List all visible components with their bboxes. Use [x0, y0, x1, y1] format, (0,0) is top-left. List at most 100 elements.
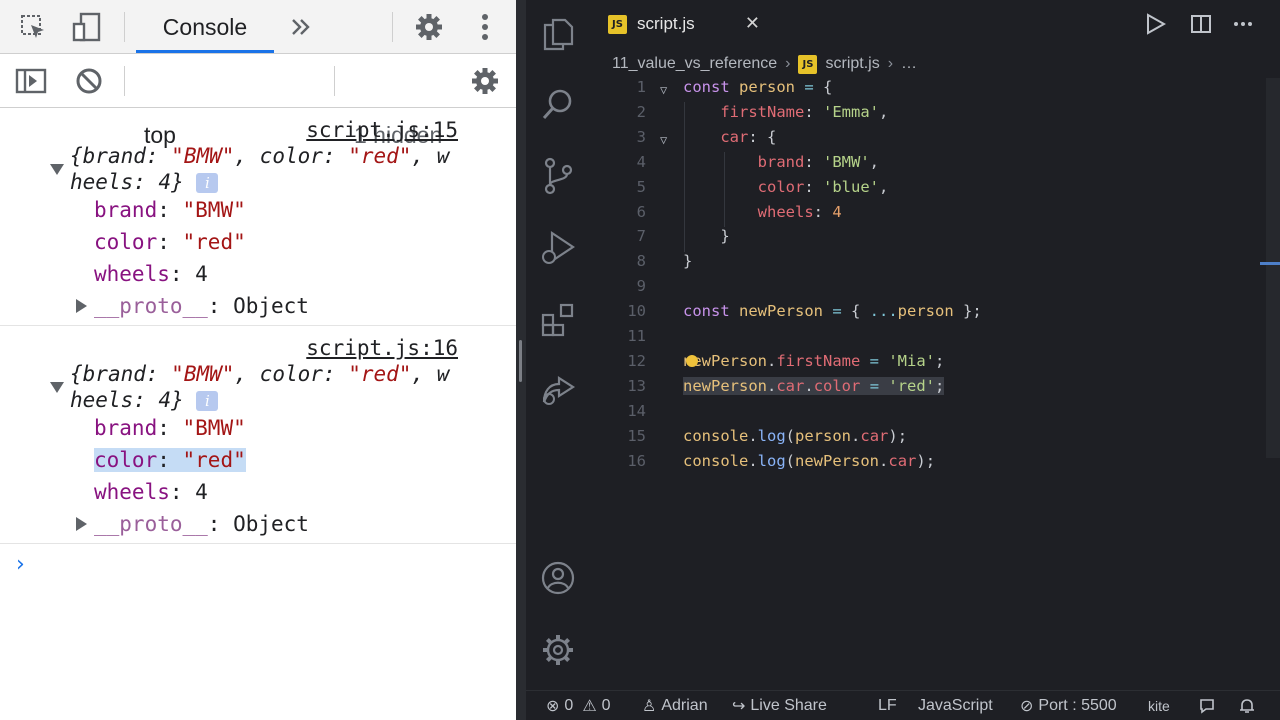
code-token: car — [860, 426, 889, 445]
clear-console-icon[interactable] — [72, 66, 106, 96]
fold-chevron-icon[interactable]: ▽ — [660, 133, 667, 147]
settings-gear-icon[interactable] — [412, 10, 446, 44]
code-line[interactable]: brand: 'BMW', — [683, 153, 879, 171]
panel-splitter[interactable] — [516, 0, 526, 720]
code-token: = — [795, 78, 823, 96]
proto-property[interactable]: __proto__: Object — [94, 294, 309, 318]
code-token: color — [813, 376, 861, 395]
close-tab-icon[interactable]: ✕ — [745, 13, 760, 34]
feedback-icon[interactable] — [1198, 691, 1216, 720]
more-actions-icon[interactable] — [1232, 13, 1256, 37]
live-share-icon[interactable] — [536, 368, 580, 412]
code-token: { — [851, 302, 870, 321]
run-debug-icon[interactable] — [536, 226, 580, 270]
code-line[interactable]: } — [683, 252, 692, 270]
expand-proto-icon[interactable] — [76, 299, 87, 313]
code-token: 'BMW' — [823, 152, 870, 171]
more-tabs-icon[interactable] — [288, 12, 314, 42]
fold-chevron-icon[interactable]: ▽ — [660, 83, 667, 97]
code-line[interactable]: newPerson.firstName = 'Mia'; — [683, 352, 944, 370]
code-line[interactable]: const person = { — [683, 78, 832, 96]
notifications-bell-icon[interactable] — [1238, 691, 1256, 720]
expand-proto-icon[interactable] — [76, 517, 87, 531]
object-preview[interactable]: {brand: "BMW", color: "red", w heels: 4}… — [70, 143, 449, 195]
inspect-element-icon[interactable] — [16, 12, 50, 42]
manage-gear-icon[interactable] — [536, 628, 580, 672]
line-number: 6 — [636, 202, 646, 221]
splitter-grip[interactable] — [519, 340, 522, 382]
javascript-file-icon: JS — [608, 14, 627, 34]
code-line[interactable]: color: 'blue', — [683, 178, 889, 196]
log-source-link[interactable]: script.js:16 — [306, 336, 458, 360]
info-icon[interactable]: i — [196, 173, 219, 193]
tab-console[interactable]: Console — [136, 0, 274, 54]
log-source-link[interactable]: script.js:15 — [306, 118, 458, 142]
object-preview[interactable]: {brand: "BMW", color: "red", w heels: 4}… — [70, 361, 449, 413]
live-share-arrow-icon: ↪ — [732, 698, 746, 715]
live-share-status[interactable]: ↪ Live Share — [732, 691, 827, 720]
chevron-right-icon: › — [785, 55, 791, 72]
vertical-scrollbar[interactable] — [1266, 78, 1280, 458]
breadcrumb-file[interactable]: script.js — [825, 55, 879, 73]
code-token: console — [683, 426, 749, 445]
code-token: 'red' — [888, 376, 936, 395]
account-icon[interactable] — [536, 556, 580, 600]
toolbar-separator — [124, 66, 125, 96]
console-prompt-icon[interactable]: › — [16, 552, 25, 577]
problems-status[interactable]: ⊗ 0 ⚠ 0 — [546, 691, 611, 720]
split-editor-icon[interactable] — [1190, 13, 1214, 37]
user-status[interactable]: ♙ Adrian — [642, 691, 708, 720]
code-line[interactable]: firstName: 'Emma', — [683, 103, 888, 121]
expand-toggle-icon[interactable] — [50, 382, 64, 393]
code-token: newPerson — [683, 376, 767, 395]
code-token: log — [757, 426, 786, 445]
breadcrumb-folder[interactable]: 11_value_vs_reference — [612, 55, 777, 73]
kebab-menu-icon[interactable] — [474, 12, 496, 42]
eol-status[interactable]: LF — [878, 691, 897, 720]
user-name: Adrian — [661, 697, 708, 714]
console-settings-gear-icon[interactable] — [468, 64, 502, 98]
source-control-icon[interactable] — [536, 154, 580, 198]
code-line[interactable]: console.log(newPerson.car); — [683, 452, 935, 470]
proto-property[interactable]: __proto__: Object — [94, 512, 309, 536]
scrollbar-position-marker — [1260, 262, 1280, 265]
code-line[interactable]: car: { — [683, 128, 776, 146]
preview-text: heels: 4} — [70, 170, 184, 194]
code-token: ); — [916, 451, 936, 470]
extensions-icon[interactable] — [536, 298, 580, 342]
lightbulb-icon[interactable] — [686, 355, 698, 367]
search-icon[interactable] — [536, 82, 580, 126]
activity-bar — [526, 0, 590, 690]
property-key: color — [94, 448, 158, 472]
code-line[interactable]: } — [683, 227, 729, 245]
code-token: console — [683, 451, 749, 470]
explorer-files-icon[interactable] — [536, 12, 580, 56]
show-sidebar-icon[interactable] — [14, 66, 48, 96]
object-property: wheels: 4 — [94, 480, 208, 504]
code-line[interactable]: wheels: 4 — [683, 203, 842, 221]
run-file-icon[interactable] — [1144, 13, 1168, 37]
code-token: . — [804, 376, 814, 395]
live-server-status[interactable]: ⊘ Port : 5500 — [1020, 691, 1117, 720]
code-line[interactable]: console.log(person.car); — [683, 427, 907, 445]
property-key: brand — [94, 416, 158, 440]
code-line[interactable]: const newPerson = { ...person }; — [683, 302, 982, 320]
kite-status[interactable]: kite — [1148, 691, 1170, 720]
code-token: ( — [785, 426, 796, 445]
breadcrumb-symbol[interactable]: … — [901, 55, 917, 73]
code-token: . — [851, 426, 861, 445]
device-toolbar-icon[interactable] — [70, 12, 104, 42]
devtools-panel: Console top 1 hidden script.js:15 {brand… — [0, 0, 516, 720]
expand-toggle-icon[interactable] — [50, 164, 64, 175]
code-token: ); — [888, 426, 908, 445]
preview-brace: { — [70, 362, 83, 386]
language-mode-status[interactable]: JavaScript — [918, 691, 993, 720]
line-number: 8 — [636, 252, 646, 271]
object-property: brand: "BMW" — [94, 416, 246, 440]
console-log-entry: script.js:15 {brand: "BMW", color: "red"… — [0, 108, 516, 326]
preview-text: , color: — [234, 362, 349, 386]
code-line-selected[interactable]: newPerson.car.color = 'red'; — [683, 376, 945, 395]
editor-tab-script-js[interactable]: JS script.js ✕ — [604, 0, 772, 48]
code-token: 4 — [832, 202, 842, 221]
info-icon[interactable]: i — [196, 391, 219, 411]
